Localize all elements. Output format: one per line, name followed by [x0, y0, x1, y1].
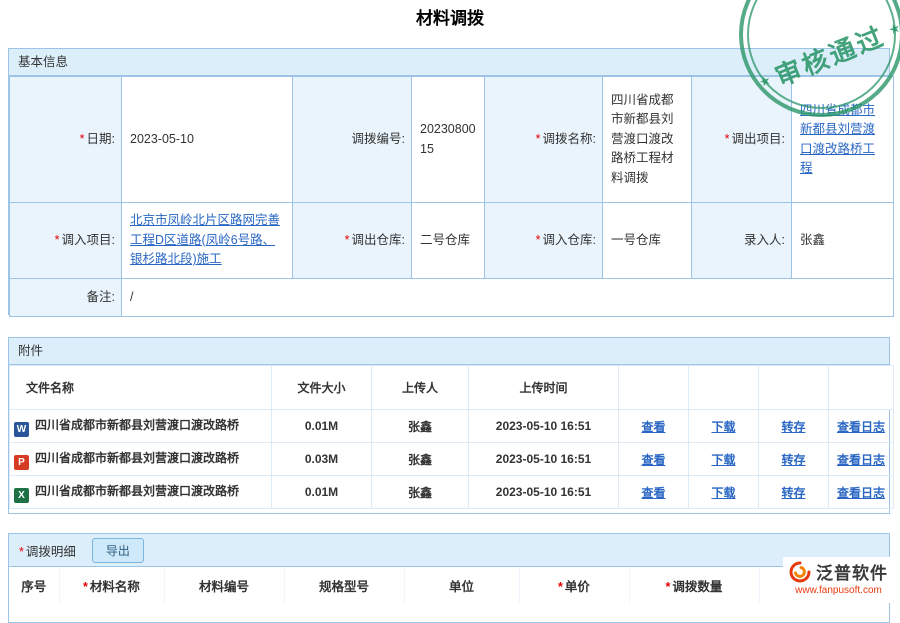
out-warehouse-value: 二号仓库	[412, 203, 485, 279]
attachments-header-row: 文件名称 文件大小 上传人 上传时间	[10, 366, 894, 410]
fanpu-logo-icon	[789, 561, 811, 583]
view-log-link[interactable]: 查看日志	[837, 453, 885, 467]
attachment-upload-time: 2023-05-10 16:51	[469, 476, 619, 509]
detail-header-row: 序号 *材料名称 材料编号 规格型号 单位 *单价 *调拨数量 合计	[9, 567, 893, 603]
in-project-link[interactable]: 北京市凤岭北片区路网完善工程D区道路(凤岭6号路、银杉路北段)施工	[130, 213, 280, 266]
attachment-uploader: 张鑫	[372, 476, 469, 509]
remark-label: 备注:	[10, 279, 122, 317]
word-file-icon: W	[14, 422, 29, 437]
out-project-link[interactable]: 四川省成都市新都县刘营渡口渡改路桥工程	[800, 103, 875, 175]
save-as-link[interactable]: 转存	[781, 486, 805, 500]
download-link[interactable]: 下载	[711, 420, 735, 434]
save-as-link[interactable]: 转存	[781, 453, 805, 467]
col-file-size: 文件大小	[272, 366, 372, 410]
col-upload-time: 上传时间	[469, 366, 619, 410]
brand-name: 泛普软件	[816, 559, 888, 584]
col-spec-model: 规格型号	[284, 567, 404, 603]
download-link[interactable]: 下载	[711, 453, 735, 467]
attachment-upload-time: 2023-05-10 16:51	[469, 410, 619, 443]
view-log-link[interactable]: 查看日志	[837, 486, 885, 500]
transfer-detail-panel: *调拨明细 导出 序号 *材料名称 材料编号 规格型号 单位 *单价 *调拨数量…	[8, 533, 890, 623]
view-link[interactable]: 查看	[641, 486, 665, 500]
excel-file-icon: X	[14, 488, 29, 503]
fanpu-brand: 泛普软件 www.fanpusoft.com	[783, 557, 894, 598]
attachment-file-size: 0.01M	[272, 410, 372, 443]
page-title: 材料调拨	[0, 4, 900, 29]
attachment-file-name: 四川省成都市新都县刘营渡口渡改路桥	[35, 484, 239, 498]
col-transfer-qty: *调拨数量	[629, 567, 759, 603]
out-warehouse-label: *调出仓库:	[293, 203, 412, 279]
export-button[interactable]: 导出	[92, 538, 144, 563]
table-row: *日期: 2023-05-10 调拨编号: 2023080015 *调拨名称: …	[10, 77, 894, 203]
col-uploader: 上传人	[372, 366, 469, 410]
remark-value: /	[122, 279, 894, 317]
attachments-panel: 附件 文件名称 文件大小 上传人 上传时间 W 四川省成都市新都县刘营渡口渡改路桥…	[8, 337, 890, 514]
attachment-upload-time: 2023-05-10 16:51	[469, 443, 619, 476]
attachments-header: 附件	[9, 338, 889, 365]
col-unit-price: *单价	[519, 567, 629, 603]
basic-info-header: 基本信息	[9, 49, 889, 76]
out-project-label: *调出项目:	[692, 77, 792, 203]
detail-title: 调拨明细	[26, 545, 76, 559]
transfer-name-label: *调拨名称:	[485, 77, 603, 203]
view-link[interactable]: 查看	[641, 453, 665, 467]
attachment-row: X 四川省成都市新都县刘营渡口渡改路桥 0.01M 张鑫 2023-05-10 1…	[10, 476, 894, 509]
date-label: *日期:	[10, 77, 122, 203]
attachment-file-name: 四川省成都市新都县刘营渡口渡改路桥	[35, 451, 239, 465]
col-unit: 单位	[404, 567, 519, 603]
attachment-file-size: 0.03M	[272, 443, 372, 476]
download-link[interactable]: 下载	[711, 486, 735, 500]
attachment-file-name: 四川省成都市新都县刘营渡口渡改路桥	[35, 418, 239, 432]
entry-person-value: 张鑫	[792, 203, 894, 279]
table-row: 备注: /	[10, 279, 894, 317]
transfer-no-label: 调拨编号:	[293, 77, 412, 203]
brand-url[interactable]: www.fanpusoft.com	[789, 585, 888, 596]
attachments-table: 文件名称 文件大小 上传人 上传时间 W 四川省成都市新都县刘营渡口渡改路桥 0.…	[9, 365, 894, 509]
attachment-row: P 四川省成都市新都县刘营渡口渡改路桥 0.03M 张鑫 2023-05-10 1…	[10, 443, 894, 476]
in-warehouse-value: 一号仓库	[603, 203, 692, 279]
col-material-name: *材料名称	[59, 567, 164, 603]
view-log-link[interactable]: 查看日志	[837, 420, 885, 434]
in-warehouse-label: *调入仓库:	[485, 203, 603, 279]
transfer-name-value: 四川省成都市新都县刘营渡口渡改路桥工程材料调拨	[603, 77, 692, 203]
col-file-name: 文件名称	[10, 366, 272, 410]
attachment-file-size: 0.01M	[272, 476, 372, 509]
col-material-no: 材料编号	[164, 567, 284, 603]
basic-info-panel: 基本信息 *日期: 2023-05-10 调拨编号: 2023080015 *调…	[8, 48, 890, 315]
transfer-detail-header: *调拨明细 导出	[9, 534, 889, 567]
attachment-uploader: 张鑫	[372, 410, 469, 443]
basic-info-table: *日期: 2023-05-10 调拨编号: 2023080015 *调拨名称: …	[9, 76, 894, 317]
attachment-row: W 四川省成都市新都县刘营渡口渡改路桥 0.01M 张鑫 2023-05-10 1…	[10, 410, 894, 443]
transfer-detail-table: 序号 *材料名称 材料编号 规格型号 单位 *单价 *调拨数量 合计	[9, 567, 894, 603]
save-as-link[interactable]: 转存	[781, 420, 805, 434]
entry-person-label: 录入人:	[692, 203, 792, 279]
col-seq: 序号	[9, 567, 59, 603]
transfer-no-value: 2023080015	[412, 77, 485, 203]
in-project-label: *调入项目:	[10, 203, 122, 279]
date-value: 2023-05-10	[122, 77, 293, 203]
view-link[interactable]: 查看	[641, 420, 665, 434]
table-row: *调入项目: 北京市凤岭北片区路网完善工程D区道路(凤岭6号路、银杉路北段)施工…	[10, 203, 894, 279]
pdf-file-icon: P	[14, 455, 29, 470]
attachment-uploader: 张鑫	[372, 443, 469, 476]
